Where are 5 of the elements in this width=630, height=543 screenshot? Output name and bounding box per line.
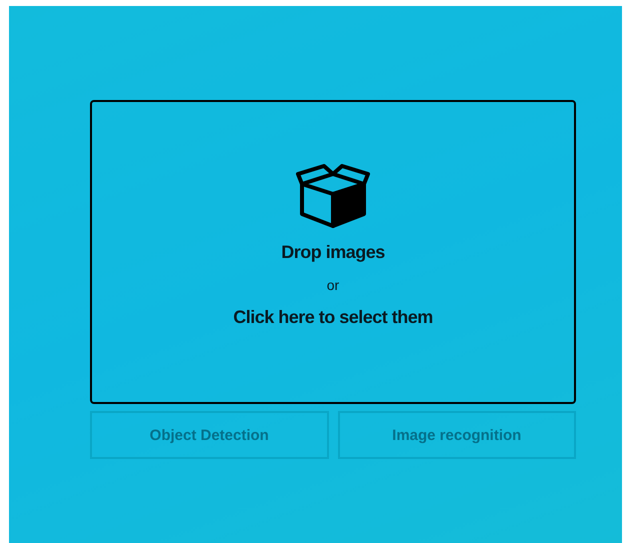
drop-title: Drop images bbox=[281, 242, 385, 263]
separator-text: or bbox=[326, 277, 340, 293]
box-icon bbox=[296, 162, 370, 228]
drop-zone[interactable]: Drop images or Click here to select them bbox=[90, 100, 576, 404]
select-link[interactable]: Click here to select them bbox=[233, 307, 433, 328]
